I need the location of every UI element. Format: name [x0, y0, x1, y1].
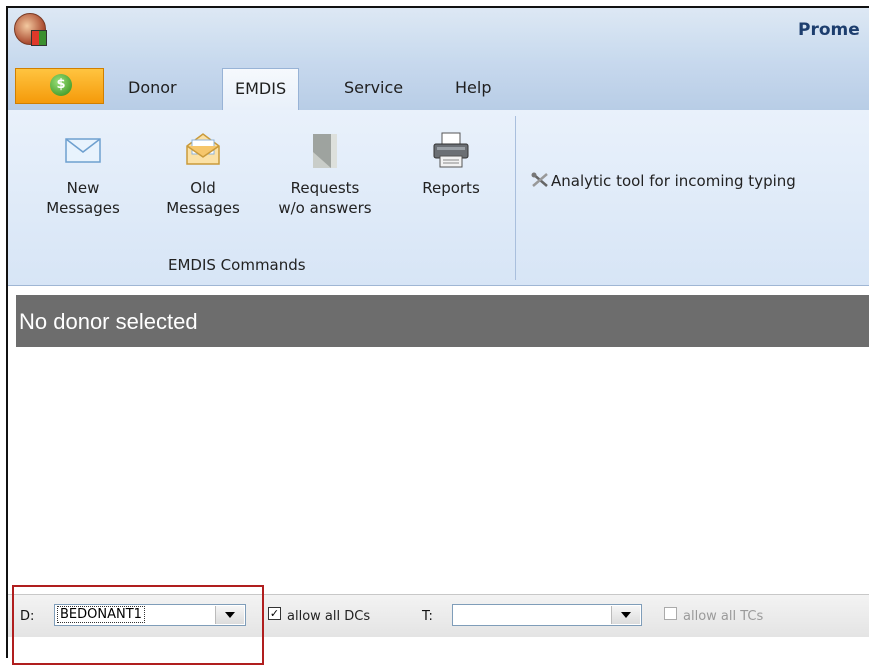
analytic-tool-button[interactable]: Analytic tool for incoming typing — [531, 172, 796, 190]
analytic-tool-label: Analytic tool for incoming typing — [551, 172, 796, 190]
donor-status-bar: No donor selected — [16, 295, 869, 347]
window-title: Prome — [798, 20, 860, 40]
requests-without-answers-button[interactable]: Requests w/o answers — [260, 110, 390, 218]
old-messages-button[interactable]: Old Messages — [148, 110, 258, 218]
allow-all-tcs-label: allow all TCs — [683, 609, 764, 624]
old-messages-label-2: Messages — [166, 199, 240, 217]
reports-button[interactable]: Reports — [406, 110, 496, 198]
t-label: T: — [422, 609, 433, 624]
filter-bar: D: BEDONANT1 ✓ allow all DCs T: allow al… — [8, 594, 869, 637]
ribbon-panel: New Messages Old Messages Requests w/o a… — [8, 110, 869, 286]
title-bar: Prome — [8, 8, 869, 60]
donor-status-text: No donor selected — [19, 309, 198, 334]
new-messages-label-1: New — [66, 179, 100, 197]
tab-service[interactable]: Service — [344, 78, 403, 97]
tab-help[interactable]: Help — [455, 78, 491, 97]
donor-center-combobox[interactable]: BEDONANT1 — [54, 604, 246, 626]
new-messages-label-2: Messages — [46, 199, 120, 217]
chevron-down-icon[interactable] — [611, 606, 640, 624]
grey-envelope-icon — [313, 134, 337, 168]
donor-center-value: BEDONANT1 — [57, 606, 145, 623]
chevron-down-icon[interactable] — [215, 606, 244, 624]
allow-all-dcs-checkbox[interactable]: ✓ — [268, 607, 281, 620]
tools-icon — [531, 172, 548, 187]
envelope-icon — [65, 138, 101, 163]
tab-emdis[interactable]: EMDIS — [222, 68, 300, 110]
dollar-orb-icon: $ — [50, 74, 72, 96]
old-messages-label-1: Old — [190, 179, 216, 197]
open-envelope-icon — [186, 133, 220, 165]
application-menu-button[interactable]: $ — [15, 68, 104, 104]
tab-donor[interactable]: Donor — [128, 78, 177, 97]
requests-label-2: w/o answers — [278, 199, 372, 217]
application-window: Prome $ Donor EMDIS Service Help New Mes… — [6, 6, 869, 658]
transplant-center-combobox[interactable] — [452, 604, 642, 626]
emdis-commands-group-label: EMDIS Commands — [168, 256, 306, 274]
printer-icon — [433, 132, 469, 168]
ribbon-tab-row: $ Donor EMDIS Service Help — [8, 60, 869, 110]
requests-label-1: Requests — [290, 179, 360, 197]
d-label: D: — [20, 609, 35, 624]
app-logo-icon[interactable] — [14, 13, 47, 46]
ribbon-group-divider — [515, 116, 516, 280]
reports-label: Reports — [422, 179, 480, 197]
allow-all-dcs-label: allow all DCs — [287, 609, 371, 624]
allow-all-tcs-checkbox[interactable] — [664, 607, 677, 620]
new-messages-button[interactable]: New Messages — [28, 110, 138, 218]
